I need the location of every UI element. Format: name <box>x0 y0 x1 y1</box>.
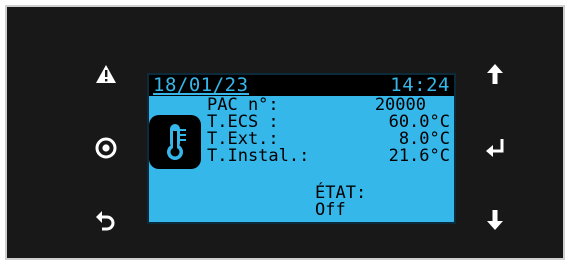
time-display: 14:24 <box>390 74 450 96</box>
warning-icon <box>95 64 117 84</box>
control-panel: 18/01/23 14:24 PAC n°: 20000 T.ECS: 60.… <box>0 0 570 265</box>
lcd-screen: 18/01/23 14:24 PAC n°: 20000 T.ECS: 60.… <box>147 73 456 224</box>
enter-icon <box>484 137 506 159</box>
t-instal-label: T.Instal.: <box>207 146 310 166</box>
thermometer-tile <box>149 115 201 169</box>
down-button[interactable] <box>478 203 512 237</box>
arrow-up-icon <box>486 63 504 85</box>
enter-button[interactable] <box>478 131 512 165</box>
panel-frame: 18/01/23 14:24 PAC n°: 20000 T.ECS: 60.… <box>5 5 565 260</box>
t-instal-value: 21.6°C <box>388 146 450 166</box>
up-button[interactable] <box>478 57 512 91</box>
etat-value: Off <box>315 200 346 220</box>
target-icon <box>95 137 117 159</box>
warning-button[interactable] <box>89 57 123 91</box>
arrow-down-icon <box>486 209 504 231</box>
ok-button[interactable] <box>89 131 123 165</box>
back-icon <box>95 208 117 232</box>
back-button[interactable] <box>89 203 123 237</box>
